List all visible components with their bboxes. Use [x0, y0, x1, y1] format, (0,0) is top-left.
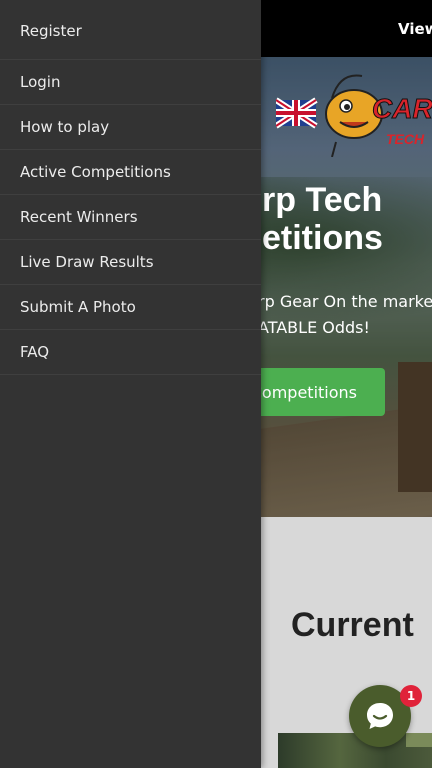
- menu-item-label: Recent Winners: [20, 208, 138, 226]
- hero-title-line2: etitions: [262, 219, 383, 257]
- competition-card-thumbnail[interactable]: [278, 733, 432, 768]
- menu-item-login[interactable]: Login: [0, 60, 261, 105]
- card-tag: [406, 733, 432, 747]
- menu-item-label: Submit A Photo: [20, 298, 136, 316]
- svg-text:CARP: CARP: [372, 93, 432, 124]
- hero-title-line1: rp Tech: [262, 181, 383, 219]
- menu-item-recent-winners[interactable]: Recent Winners: [0, 195, 261, 240]
- hero-subtitle-line1: rp Gear On the market: [258, 292, 432, 311]
- menu-item-label: Login: [20, 73, 61, 91]
- menu-item-how-to-play[interactable]: How to play: [0, 105, 261, 150]
- notification-badge: 1: [400, 685, 422, 707]
- side-drawer: Register Login How to play Active Compet…: [0, 0, 261, 768]
- menu-item-label: How to play: [20, 118, 110, 136]
- menu-item-active-competitions[interactable]: Active Competitions: [0, 150, 261, 195]
- view-link[interactable]: View: [398, 20, 432, 38]
- menu-item-faq[interactable]: FAQ: [0, 330, 261, 375]
- menu-item-register[interactable]: Register: [0, 0, 261, 60]
- menu-item-label: Active Competitions: [20, 163, 171, 181]
- menu-item-live-draw-results[interactable]: Live Draw Results: [0, 240, 261, 285]
- uk-flag-icon: [276, 97, 318, 129]
- chat-bubble-icon: [367, 703, 393, 729]
- menu-item-submit-photo[interactable]: Submit A Photo: [0, 285, 261, 330]
- section-title: Current: [291, 606, 414, 644]
- menu-item-label: Register: [20, 22, 82, 40]
- hero-subtitle-line2: ATABLE Odds!: [258, 318, 370, 337]
- menu-item-label: FAQ: [20, 343, 50, 361]
- carp-tech-logo[interactable]: CARP TECH: [276, 62, 432, 157]
- menu-item-label: Live Draw Results: [20, 253, 154, 271]
- svg-text:TECH: TECH: [386, 131, 425, 147]
